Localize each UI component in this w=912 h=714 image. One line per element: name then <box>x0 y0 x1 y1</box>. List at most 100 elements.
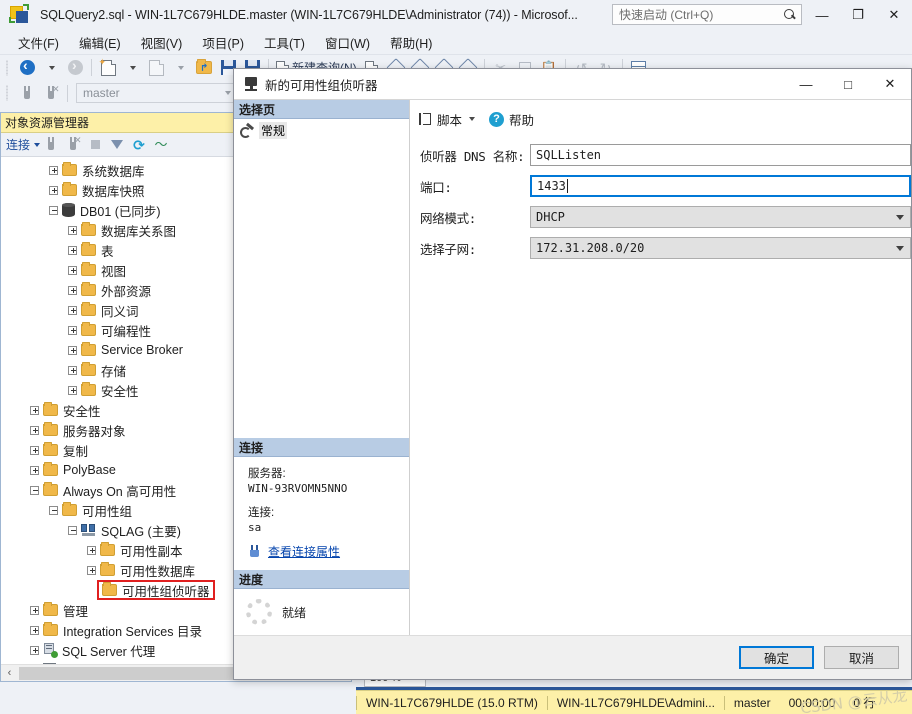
new-query-button[interactable]: ✦ <box>97 57 119 79</box>
menu-item-window[interactable]: 窗口(W) <box>315 30 380 55</box>
expand-icon[interactable] <box>68 345 77 355</box>
chevron-down-icon-2 <box>896 245 904 251</box>
right-pane-spacer <box>410 268 911 635</box>
port-label: 端口: <box>420 179 452 195</box>
menu-item-edit[interactable]: 编辑(E) <box>69 30 131 55</box>
dialog-close-button[interactable]: ✕ <box>869 69 911 99</box>
expand-icon[interactable] <box>30 445 39 455</box>
expand-icon[interactable] <box>68 365 77 375</box>
expand-icon[interactable] <box>68 265 77 275</box>
collapse-icon[interactable] <box>68 525 77 535</box>
menu-item-help[interactable]: 帮助(H) <box>380 30 442 55</box>
menu-item-file[interactable]: 文件(F) <box>8 30 69 55</box>
tree-node-label: 安全性 <box>101 384 139 399</box>
expand-icon[interactable] <box>30 405 39 415</box>
menu-item-project[interactable]: 项目(P) <box>192 30 254 55</box>
toolbar-grip[interactable] <box>4 59 12 77</box>
tree-item-content: 存储 <box>81 361 126 380</box>
view-connection-properties-link[interactable]: 查看连接属性 <box>268 543 340 560</box>
open-file-button[interactable]: ↱ <box>193 57 215 79</box>
folder-icon <box>81 342 96 356</box>
database-combo-value: master <box>83 86 120 100</box>
refresh-icon[interactable]: ⟳ <box>129 135 149 155</box>
expand-icon[interactable] <box>49 185 58 195</box>
status-database: master <box>733 695 771 710</box>
activity-monitor-icon[interactable]: 〜 <box>151 135 171 155</box>
cancel-button[interactable]: 取消 <box>824 646 899 669</box>
ssms-window: SQLQuery2.sql - WIN-1L7C679HLDE.master (… <box>0 0 912 714</box>
navigate-back-dropdown[interactable] <box>40 57 62 79</box>
dialog-minimize-button[interactable]: — <box>785 69 827 99</box>
dialog-maximize-button[interactable]: □ <box>827 69 869 99</box>
tree-node-label: 可用性组侦听器 <box>122 584 210 599</box>
tree-node-label: 可用性组 <box>82 504 133 519</box>
database-combo[interactable]: master <box>76 83 236 103</box>
expand-icon[interactable] <box>30 465 39 475</box>
scroll-left-arrow[interactable]: ‹ <box>1 665 18 682</box>
expand-icon[interactable] <box>87 545 96 555</box>
expand-icon[interactable] <box>68 225 77 235</box>
tree-node-label: 数据库快照 <box>82 184 145 199</box>
tree-item-content: DB01 (已同步) <box>62 201 161 220</box>
quick-launch-box[interactable]: 快速启动 (Ctrl+Q) <box>612 4 802 25</box>
navigate-back-button[interactable] <box>16 57 38 79</box>
tree-item-content: Service Broker <box>81 342 183 357</box>
collapse-icon[interactable] <box>30 485 39 495</box>
menu-item-tools[interactable]: 工具(T) <box>254 30 315 55</box>
expand-icon[interactable] <box>68 385 77 395</box>
expand-icon[interactable] <box>49 165 58 175</box>
tree-item-content: 可用性数据库 <box>100 561 195 580</box>
expand-icon[interactable] <box>30 625 39 635</box>
stop-icon[interactable] <box>85 135 105 155</box>
toolbar-grip-2[interactable] <box>4 84 12 102</box>
tree-node-label: 外部资源 <box>101 284 152 299</box>
expand-icon[interactable] <box>68 305 77 315</box>
tree-item-content: 复制 <box>43 441 88 460</box>
view-connection-properties-row[interactable]: 查看连接属性 <box>248 543 401 560</box>
collapse-icon[interactable] <box>49 505 58 515</box>
form-row-port: 端口: 1433 <box>420 175 911 197</box>
new-project-button[interactable] <box>145 57 167 79</box>
expand-icon[interactable] <box>30 645 39 655</box>
menu-item-view[interactable]: 视图(V) <box>131 30 193 55</box>
dns-name-input[interactable]: SQLListen <box>530 144 911 166</box>
connect-icon[interactable] <box>16 82 38 104</box>
sql-agent-icon <box>43 643 58 658</box>
new-query-dropdown[interactable] <box>121 57 143 79</box>
connection-properties-icon <box>248 545 263 558</box>
disconnect-object-explorer-icon[interactable]: ✕ <box>63 135 83 155</box>
tree-node-label: DB01 (已同步) <box>80 204 161 219</box>
expand-icon[interactable] <box>87 565 96 575</box>
disconnect-icon[interactable]: ✕ <box>40 82 62 104</box>
script-button[interactable]: 脚本 <box>418 110 476 129</box>
ok-button[interactable]: 确定 <box>739 646 814 669</box>
form-row-network-mode: 网络模式: DHCP <box>420 206 911 228</box>
filter-icon[interactable] <box>107 135 127 155</box>
tree-item-content: 数据库快照 <box>62 181 145 200</box>
new-project-dropdown[interactable] <box>169 57 191 79</box>
page-item-general[interactable]: 常规 <box>234 119 409 142</box>
subnet-combo[interactable]: 172.31.208.0/20 <box>530 237 911 259</box>
network-mode-value: DHCP <box>536 210 565 224</box>
status-rows: 0 行 <box>853 696 876 710</box>
expand-icon[interactable] <box>68 285 77 295</box>
maximize-button[interactable]: ❐ <box>840 0 876 30</box>
connect-object-explorer-icon[interactable] <box>41 135 61 155</box>
connect-dropdown-button[interactable]: 连接 <box>6 136 41 153</box>
network-mode-combo[interactable]: DHCP <box>530 206 911 228</box>
port-input[interactable]: 1433 <box>530 175 911 197</box>
expand-icon[interactable] <box>68 245 77 255</box>
expand-icon[interactable] <box>30 605 39 615</box>
expand-icon[interactable] <box>30 425 39 435</box>
close-button[interactable]: ✕ <box>876 0 912 30</box>
progress-status: 就绪 <box>282 605 307 620</box>
spinner-icon <box>246 599 272 625</box>
tree-node-label: 视图 <box>101 264 127 279</box>
help-button[interactable]: ? 帮助 <box>489 110 534 129</box>
folder-icon <box>43 622 58 636</box>
minimize-button[interactable]: — <box>804 0 840 30</box>
help-icon: ? <box>489 111 505 127</box>
collapse-icon[interactable] <box>49 205 58 215</box>
navigate-forward-button[interactable] <box>64 57 86 79</box>
expand-icon[interactable] <box>68 325 77 335</box>
